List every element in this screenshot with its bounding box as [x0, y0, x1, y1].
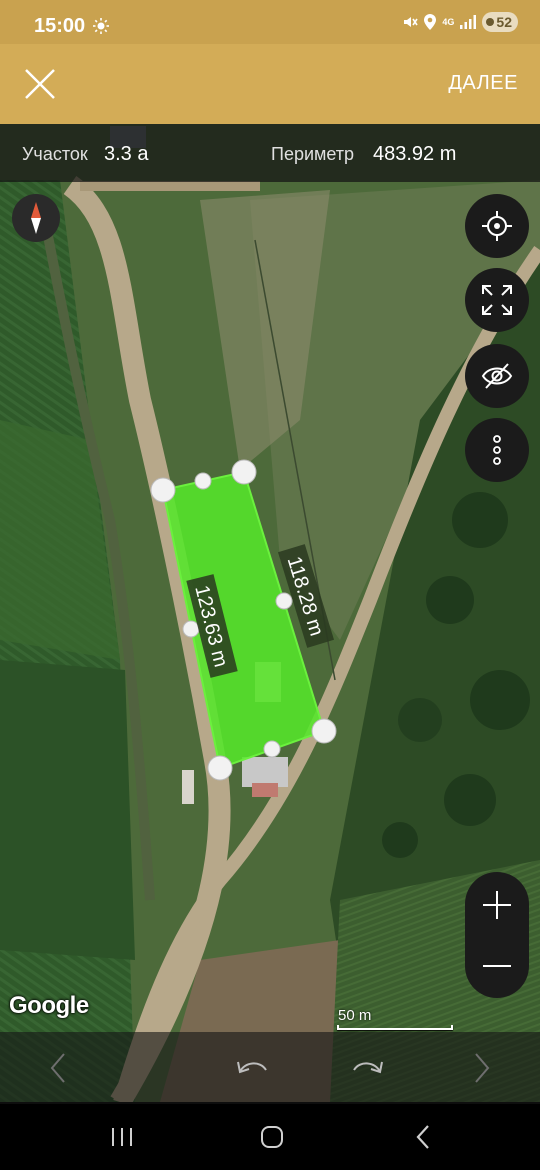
vertex-handle [150, 477, 176, 503]
midpoint-handle [263, 740, 281, 758]
toggle-visibility-button[interactable] [465, 344, 529, 408]
compass-icon [31, 202, 41, 234]
chevron-left-icon [50, 1053, 65, 1083]
signal-icon [460, 15, 477, 29]
recent-apps-button[interactable] [107, 1122, 137, 1152]
home-button[interactable] [257, 1122, 287, 1152]
network-type: 4G [442, 16, 455, 27]
fit-bounds-button[interactable] [465, 268, 529, 332]
area-value: 3.3 а [104, 143, 149, 165]
perimeter-label: Периметр [271, 144, 355, 164]
midpoint-handle [275, 592, 293, 610]
system-navigation-bar [0, 1104, 540, 1170]
recent-apps-icon [112, 1128, 132, 1146]
mute-icon [404, 17, 419, 27]
status-icons: 4G 52 [402, 12, 518, 32]
satellite-map[interactable]: 123.63 m 118.28 m [0, 124, 540, 1102]
next-point-button[interactable] [464, 1050, 500, 1086]
close-icon [25, 69, 55, 99]
scale-label: 50 m [338, 1007, 372, 1024]
back-icon [416, 1125, 429, 1149]
location-icon [424, 14, 437, 30]
redo-icon [353, 1061, 383, 1074]
plus-icon [483, 891, 511, 919]
midpoint-handle [194, 472, 212, 490]
previous-point-button[interactable] [40, 1050, 76, 1086]
status-time: 15:00 [34, 15, 86, 37]
vertex-handle [207, 755, 233, 781]
close-button[interactable] [20, 64, 60, 104]
measurement-info-bar: Участок 3.3 а Периметр 483.92 m [0, 124, 540, 182]
undo-icon [237, 1061, 267, 1074]
chevron-right-icon [475, 1053, 490, 1083]
zoom-in-button[interactable] [465, 872, 529, 935]
area-label: Участок [22, 144, 88, 164]
expand-icon [482, 285, 512, 315]
compass-button[interactable] [12, 194, 60, 242]
battery-indicator: 52 [482, 12, 518, 32]
more-options-button[interactable] [465, 418, 529, 482]
vertex-handle [311, 718, 337, 744]
scale-bar [337, 1025, 453, 1030]
map-imagery: 123.63 m 118.28 m [0, 124, 540, 1102]
eye-off-icon [481, 363, 513, 389]
vertex-handle [231, 459, 257, 485]
google-attribution: Google [9, 992, 89, 1019]
status-bar: 15:00 4G 52 [0, 0, 540, 44]
redo-button[interactable] [350, 1050, 386, 1086]
more-vertical-icon [493, 435, 501, 465]
zoom-controls [465, 872, 529, 998]
brightness-icon [93, 18, 109, 34]
minus-icon [483, 965, 511, 967]
zoom-out-button[interactable] [465, 935, 529, 998]
edit-toolbar [0, 1032, 540, 1104]
perimeter-value: 483.92 m [373, 143, 457, 165]
undo-button[interactable] [234, 1050, 270, 1086]
top-toolbar: ДАЛЕЕ [0, 44, 540, 124]
home-icon [261, 1126, 283, 1148]
my-location-button[interactable] [465, 194, 529, 258]
midpoint-handle [182, 620, 200, 638]
crosshair-icon [482, 211, 512, 241]
back-button[interactable] [408, 1122, 438, 1152]
next-button[interactable]: ДАЛЕЕ [448, 72, 518, 95]
